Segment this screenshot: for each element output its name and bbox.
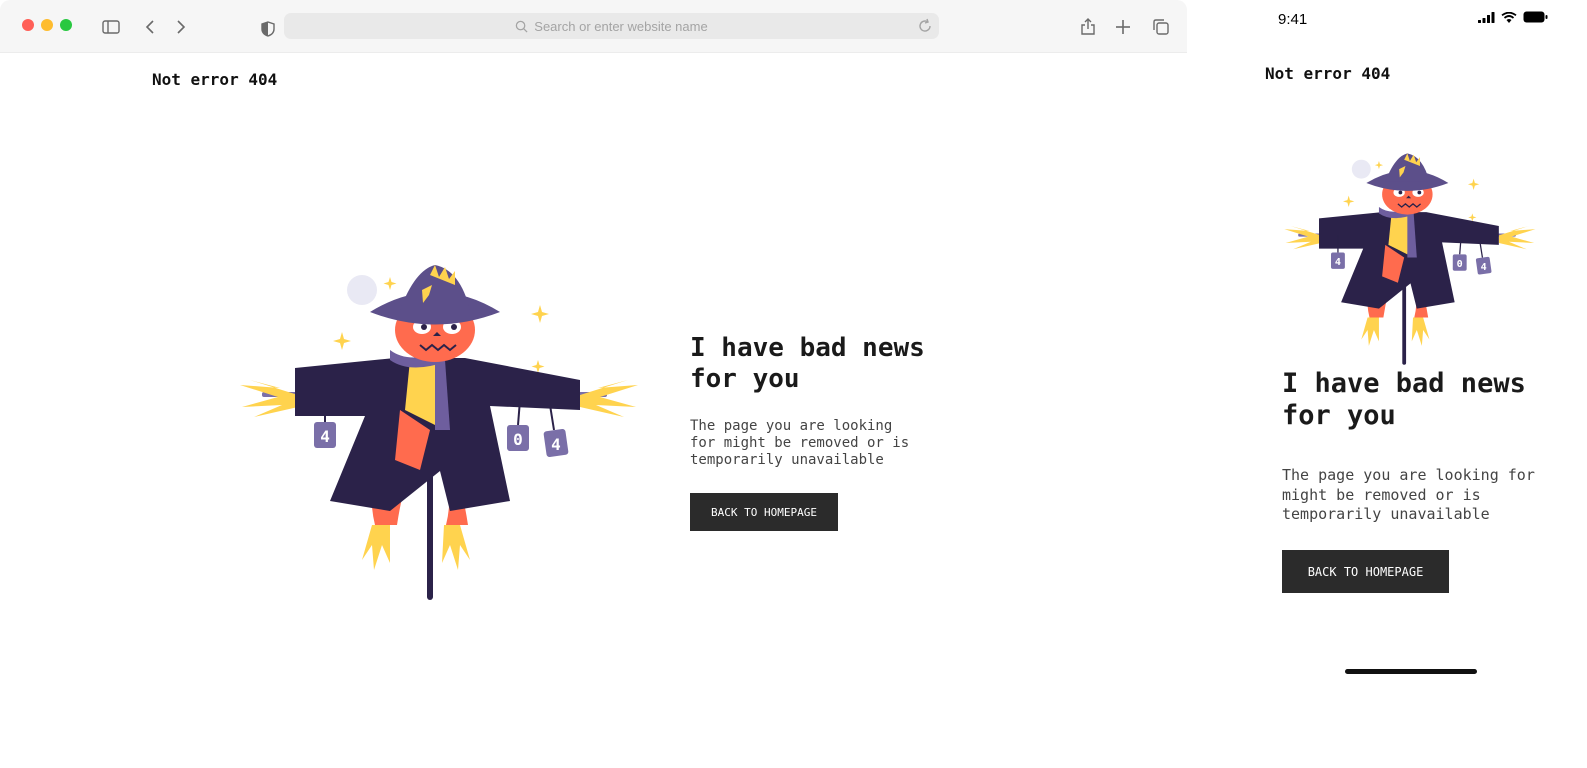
- mobile-site-title[interactable]: Not error 404: [1265, 64, 1390, 83]
- new-tab-icon[interactable]: [1114, 18, 1132, 36]
- headline: I have bad news for you: [690, 333, 925, 395]
- browser-toolbar: Search or enter website name: [0, 0, 1187, 53]
- status-icons: [1478, 11, 1548, 23]
- description-line: The page you are looking: [690, 418, 893, 434]
- headline-line: for you: [1282, 400, 1396, 432]
- search-icon: [516, 20, 528, 33]
- share-icon[interactable]: [1079, 18, 1097, 36]
- tabs-overview-icon[interactable]: [1152, 18, 1170, 36]
- sidebar-icon[interactable]: [102, 18, 120, 36]
- desktop-browser-window: Search or enter website name Not error 4…: [0, 0, 1187, 768]
- forward-icon[interactable]: [171, 18, 189, 36]
- headline-line: I have bad news: [1282, 368, 1526, 399]
- back-icon[interactable]: [142, 18, 160, 36]
- mobile-headline: I have bad news for you: [1282, 368, 1526, 433]
- maximize-window-button[interactable]: [60, 19, 72, 31]
- battery-icon: [1523, 11, 1548, 23]
- mobile-scarecrow-illustration: [1283, 152, 1537, 366]
- status-time: 9:41: [1278, 11, 1308, 28]
- back-to-homepage-button[interactable]: BACK TO HOMEPAGE: [690, 493, 838, 531]
- mobile-phone-screen: 9:41 Not error 404 I have bad news for y…: [1240, 0, 1587, 768]
- scarecrow-illustration: [239, 264, 639, 601]
- cellular-signal-icon: [1478, 11, 1495, 23]
- shield-icon[interactable]: [259, 20, 277, 38]
- mobile-error-description: The page you are looking for might be re…: [1282, 466, 1535, 525]
- minimize-window-button[interactable]: [41, 19, 53, 31]
- site-title[interactable]: Not error 404: [152, 70, 277, 89]
- address-placeholder: Search or enter website name: [534, 18, 708, 34]
- wifi-icon: [1501, 11, 1517, 23]
- headline-line: I have bad news: [690, 333, 925, 363]
- description-line: temporarily unavailable: [1282, 505, 1490, 523]
- home-indicator[interactable]: [1345, 669, 1477, 674]
- description-line: for might be removed or is: [690, 435, 910, 451]
- reload-icon[interactable]: [917, 18, 933, 34]
- description-line: The page you are looking for: [1282, 466, 1535, 484]
- address-bar[interactable]: Search or enter website name: [284, 13, 939, 39]
- description-line: temporarily unavailable: [690, 452, 884, 468]
- description-line: might be removed or is: [1282, 485, 1481, 504]
- close-window-button[interactable]: [22, 19, 34, 31]
- mobile-back-to-homepage-button[interactable]: BACK TO HOMEPAGE: [1282, 550, 1449, 593]
- headline-line: for you: [690, 364, 800, 395]
- error-description: The page you are looking for might be re…: [690, 418, 909, 469]
